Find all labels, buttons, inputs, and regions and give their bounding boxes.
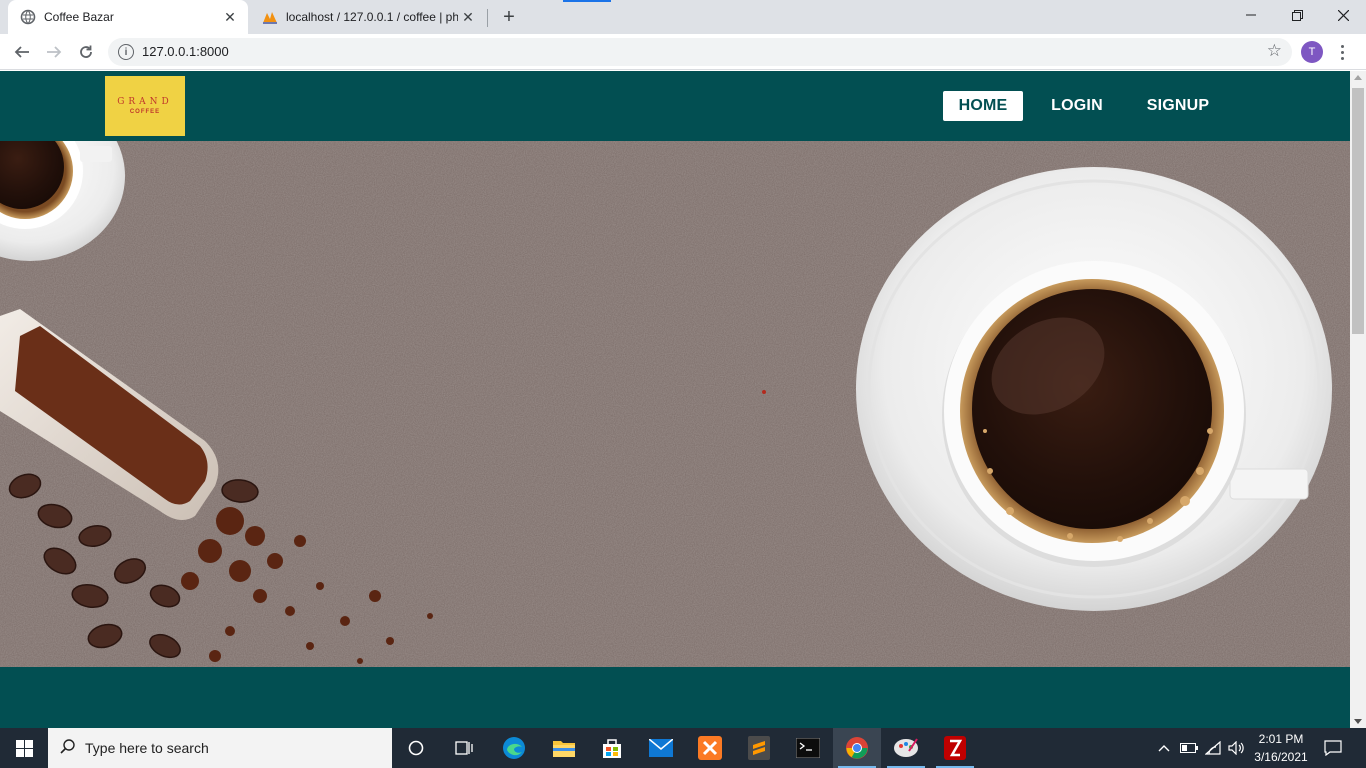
scroll-up-icon[interactable] bbox=[1354, 75, 1362, 80]
forward-arrow-icon[interactable] bbox=[40, 38, 68, 66]
page-viewport: GRAND COFFEE HOME LOGIN SIGNUP bbox=[0, 71, 1366, 728]
content-section-band bbox=[0, 667, 1350, 728]
paint-icon[interactable] bbox=[882, 728, 930, 768]
tab-coffee-bazar[interactable]: Coffee Bazar ✕ bbox=[8, 0, 248, 34]
browser-menu-icon[interactable] bbox=[1334, 40, 1350, 64]
site-header: GRAND COFFEE HOME LOGIN SIGNUP bbox=[0, 71, 1350, 141]
close-icon[interactable]: ✕ bbox=[458, 7, 478, 27]
xampp-icon[interactable] bbox=[686, 728, 734, 768]
wifi-icon[interactable] bbox=[1202, 728, 1224, 768]
file-explorer-icon[interactable] bbox=[540, 728, 588, 768]
hero-carousel bbox=[0, 141, 1350, 667]
filezilla-icon[interactable] bbox=[931, 728, 979, 768]
browser-toolbar: i 127.0.0.1:8000 ☆ bbox=[0, 34, 1366, 70]
tab-separator bbox=[487, 9, 488, 27]
grand-coffee-logo[interactable]: GRAND COFFEE bbox=[105, 76, 185, 136]
url-text[interactable]: 127.0.0.1:8000 bbox=[142, 44, 229, 59]
back-arrow-icon[interactable] bbox=[8, 38, 36, 66]
tab-title: Coffee Bazar bbox=[44, 10, 114, 24]
windows-logo-icon bbox=[15, 739, 33, 757]
nav-signup[interactable]: SIGNUP bbox=[1140, 91, 1216, 121]
windows-taskbar: 2:01 PM 3/16/2021 bbox=[0, 728, 1366, 768]
search-input[interactable] bbox=[85, 740, 365, 756]
chrome-icon[interactable] bbox=[833, 728, 881, 768]
tab-phpmyadmin[interactable]: localhost / 127.0.0.1 / coffee | php ✕ bbox=[250, 0, 486, 34]
browser-tabstrip: Coffee Bazar ✕ localhost / 127.0.0.1 / c… bbox=[0, 0, 1366, 34]
scroll-down-icon[interactable] bbox=[1354, 719, 1362, 724]
search-icon bbox=[60, 738, 75, 758]
task-view-icon[interactable] bbox=[440, 728, 488, 768]
tab-drag-indicator bbox=[563, 0, 611, 2]
start-button[interactable] bbox=[0, 728, 48, 768]
info-icon[interactable]: i bbox=[118, 44, 134, 60]
window-close-icon[interactable] bbox=[1320, 0, 1366, 30]
reload-icon[interactable] bbox=[72, 38, 100, 66]
battery-icon[interactable] bbox=[1178, 728, 1200, 768]
nav-login[interactable]: LOGIN bbox=[1040, 91, 1114, 121]
scrollbar-thumb[interactable] bbox=[1352, 88, 1364, 334]
globe-icon bbox=[20, 9, 36, 25]
notification-icon[interactable] bbox=[1318, 728, 1348, 768]
minimize-icon[interactable] bbox=[1228, 0, 1274, 30]
chevron-up-icon[interactable] bbox=[1154, 728, 1174, 768]
cortana-icon[interactable] bbox=[392, 728, 440, 768]
clock-date: 3/16/2021 bbox=[1254, 750, 1308, 764]
volume-icon[interactable] bbox=[1226, 728, 1248, 768]
bookmark-star-icon[interactable]: ☆ bbox=[1267, 41, 1282, 61]
coffee-hero-image bbox=[0, 141, 1350, 667]
clock-time: 2:01 PM bbox=[1258, 732, 1304, 746]
terminal-icon[interactable] bbox=[784, 728, 832, 768]
nav-home[interactable]: HOME bbox=[943, 91, 1023, 121]
new-tab-icon[interactable]: + bbox=[498, 6, 520, 28]
taskbar-clock[interactable]: 2:01 PM 3/16/2021 bbox=[1248, 730, 1314, 766]
restore-icon[interactable] bbox=[1274, 0, 1320, 30]
edge-icon[interactable] bbox=[490, 728, 538, 768]
page-scrollbar[interactable] bbox=[1350, 71, 1366, 728]
microsoft-store-icon[interactable] bbox=[588, 728, 636, 768]
sublime-text-icon[interactable] bbox=[735, 728, 783, 768]
profile-avatar[interactable]: T bbox=[1301, 41, 1323, 63]
phpmyadmin-icon bbox=[262, 9, 278, 25]
taskbar-search[interactable] bbox=[48, 728, 392, 768]
tab-title: localhost / 127.0.0.1 / coffee | php bbox=[286, 10, 458, 24]
mail-icon[interactable] bbox=[637, 728, 685, 768]
close-icon[interactable]: ✕ bbox=[220, 7, 240, 27]
address-bar[interactable]: i 127.0.0.1:8000 ☆ bbox=[108, 38, 1292, 66]
